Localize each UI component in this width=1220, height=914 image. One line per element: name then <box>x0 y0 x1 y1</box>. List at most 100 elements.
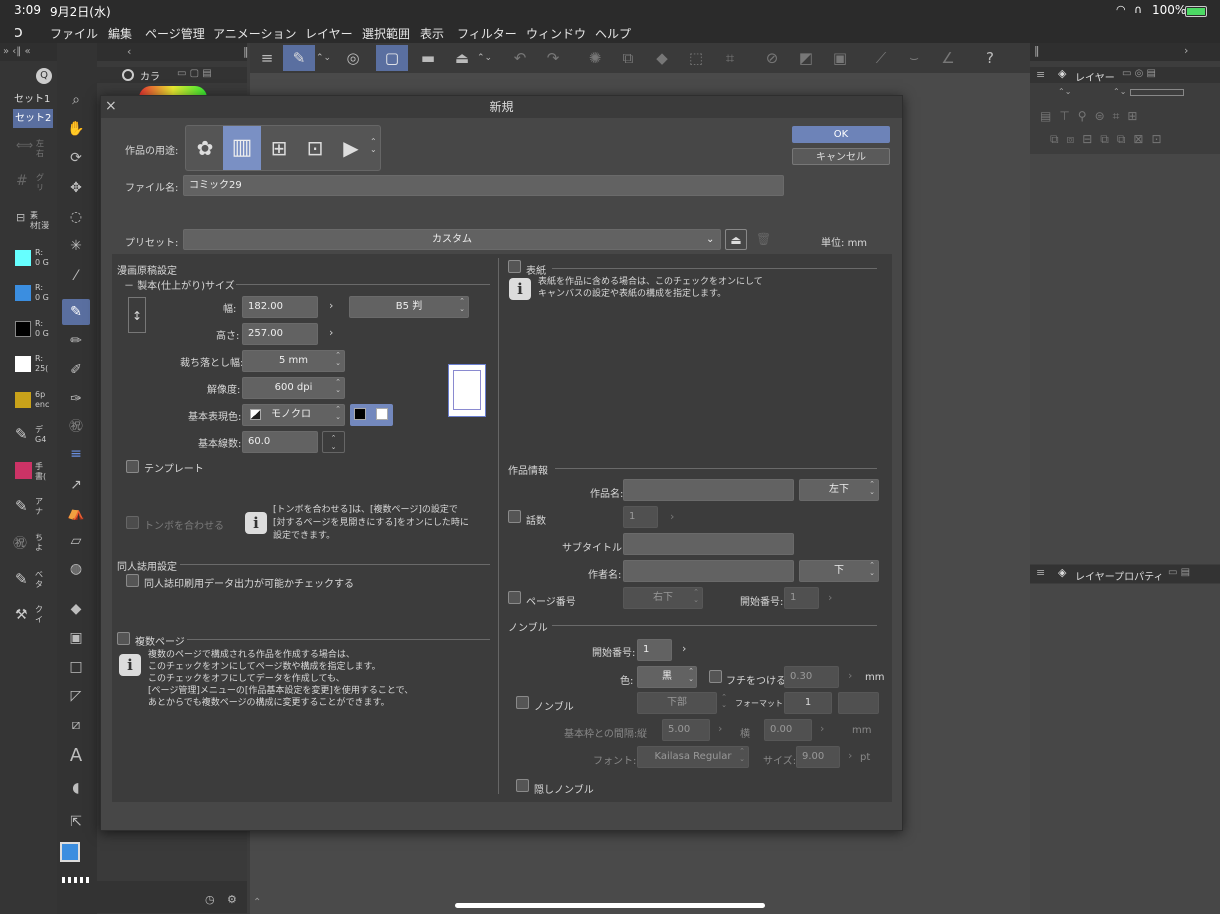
list-item[interactable]: 6p enc <box>35 390 49 410</box>
cover-checkbox[interactable] <box>508 260 521 273</box>
gradient-icon[interactable]: ▣ <box>65 628 87 648</box>
close-icon[interactable]: × <box>105 98 117 114</box>
lines-input[interactable]: 60.0 <box>242 431 318 453</box>
curve-icon[interactable]: ⌣ <box>901 45 927 71</box>
doujin-checkbox[interactable] <box>126 574 139 587</box>
trash-icon[interactable]: 🗑 <box>756 232 771 246</box>
chevron-right-icon[interactable]: › <box>329 299 333 312</box>
list-item[interactable]: 左右 <box>36 139 44 159</box>
list-item[interactable]: べタ <box>35 570 43 590</box>
list-item[interactable]: 素材[漫 <box>30 211 49 231</box>
nombre-position-select[interactable]: 下部 <box>637 692 717 714</box>
selection-icon[interactable]: ⬚ <box>683 45 709 71</box>
edit-mode-icon[interactable]: ✎ <box>283 45 315 71</box>
animation-icon[interactable]: ▶ <box>335 130 367 166</box>
pattern-swatch[interactable] <box>15 392 31 408</box>
color-swatch[interactable] <box>15 285 31 301</box>
bleed-select[interactable]: 5 mm <box>242 350 345 372</box>
menu-layer[interactable]: レイヤー <box>305 25 353 42</box>
transparent-color-swatch[interactable] <box>62 877 92 883</box>
pen-tool-icon[interactable]: ✎ <box>62 299 90 325</box>
resize-handle-icon[interactable]: ‖ <box>243 45 249 58</box>
menu-edit[interactable]: 編集 <box>108 25 132 42</box>
outline-checkbox[interactable] <box>709 670 722 683</box>
episode-checkbox[interactable] <box>508 510 521 523</box>
chevron-right-icon[interactable]: › <box>848 749 852 762</box>
chevron-right-icon[interactable]: › <box>828 591 832 604</box>
list-item[interactable]: グリ <box>36 173 44 193</box>
airbrush-icon[interactable]: ✑ <box>65 389 87 409</box>
list-item[interactable]: R: 0 G <box>35 283 49 303</box>
color-swatch[interactable] <box>15 321 31 337</box>
color-swatch[interactable] <box>15 356 31 372</box>
move-icon[interactable]: ✥ <box>65 178 87 198</box>
layer-property-tab[interactable]: レイヤープロパティ <box>1075 568 1164 583</box>
menu-icon[interactable]: ≡ <box>1036 68 1045 81</box>
save-preset-icon[interactable]: ⏏ <box>725 229 747 250</box>
list-item[interactable]: デ G4 <box>35 425 46 445</box>
menu-help[interactable]: ヘルプ <box>595 25 631 42</box>
zoom-icon[interactable]: ⌕ <box>65 90 87 110</box>
vertical-gap-input[interactable]: 5.00 <box>662 719 710 741</box>
color-tab[interactable]: カラ <box>140 68 160 83</box>
tone-icon[interactable]: ◩ <box>793 45 819 71</box>
white-swatch[interactable] <box>376 408 388 420</box>
nombre-checkbox[interactable] <box>516 696 529 709</box>
menu-file[interactable]: ファイル <box>50 25 98 42</box>
spinner-icon[interactable]: ⌃ ⌄ <box>865 480 879 500</box>
hidden-nombre-checkbox[interactable] <box>516 779 529 792</box>
drops-icon[interactable]: ◍ <box>65 559 87 579</box>
lasso-icon[interactable]: ◌ <box>65 207 87 227</box>
bucket-icon[interactable]: ◆ <box>65 599 87 619</box>
expand-up-icon[interactable]: ⌃ <box>253 897 261 908</box>
ok-button[interactable]: OK <box>792 126 890 143</box>
redo-icon[interactable]: ↷ <box>540 45 566 71</box>
collapse-icon[interactable]: ‖ <box>1034 44 1040 57</box>
paper-size-select[interactable]: B5 判 <box>349 296 469 318</box>
expand-icon[interactable]: › <box>1184 44 1188 57</box>
color-swatch[interactable] <box>15 250 31 266</box>
share-icon[interactable]: ◎ <box>340 45 366 71</box>
chevron-right-icon[interactable]: › <box>682 642 686 655</box>
orientation-toggle-icon[interactable]: ↕ <box>128 297 146 333</box>
format-spinner[interactable] <box>838 692 879 714</box>
line-icon[interactable]: ∠ <box>935 45 961 71</box>
chevron-right-icon[interactable]: › <box>820 722 824 735</box>
tombo-checkbox[interactable] <box>126 516 139 529</box>
spinner-icon[interactable]: ⌃ ⌄ <box>684 667 698 687</box>
horizontal-gap-input[interactable]: 0.00 <box>764 719 812 741</box>
spinner-icon[interactable]: ⌃ ⌄ <box>689 588 703 608</box>
save-chevron-icon[interactable]: ⌃⌄ <box>477 45 492 71</box>
spinner-icon[interactable]: ⌃ ⌄ <box>717 693 731 713</box>
bleed-spinner-icon[interactable]: ⌃ ⌄ <box>331 351 345 371</box>
nombre-start-input[interactable]: 1 <box>637 639 672 661</box>
fill-icon[interactable]: ◆ <box>649 45 675 71</box>
pencil-icon[interactable]: ✏ <box>65 331 87 351</box>
width-input[interactable]: 182.00 <box>242 296 318 318</box>
new-file-icon[interactable]: ▢ <box>376 45 408 71</box>
preset-select[interactable]: カスタム ⌄ <box>183 229 721 250</box>
paper-size-spinner-icon[interactable]: ⌃ ⌄ <box>455 297 469 317</box>
search-icon[interactable]: Q <box>36 68 52 84</box>
menu-selection[interactable]: 選択範囲 <box>362 25 410 42</box>
illustration-icon[interactable]: ✿ <box>189 130 221 166</box>
resolution-spinner-icon[interactable]: ⌃ ⌄ <box>331 378 345 398</box>
transform-icon[interactable]: ⧉ <box>615 45 641 71</box>
list-item[interactable]: R: 0 G <box>35 248 49 268</box>
layer-list[interactable] <box>1030 154 1220 564</box>
object-select-icon[interactable]: ⇱ <box>65 812 87 832</box>
crop-icon[interactable]: ⌗ <box>717 45 743 71</box>
text-icon[interactable]: A <box>65 746 87 766</box>
book-icon[interactable]: ⊞ <box>263 130 295 166</box>
ruler-icon[interactable]: ⟋ <box>868 45 894 71</box>
cancel-button[interactable]: キャンセル <box>792 148 890 165</box>
opacity-chevron-icon[interactable]: ⌃⌄ <box>1113 87 1126 96</box>
chevron-right-icon[interactable]: › <box>329 326 333 339</box>
layer-tabs-icons[interactable]: ▭ ◎ ▤ <box>1122 68 1156 79</box>
usage-chevron-icon[interactable]: ⌃ ⌄ <box>370 138 377 154</box>
fill-icon[interactable]: ⛺ <box>65 503 87 523</box>
menu-page[interactable]: ページ管理 <box>145 25 205 42</box>
blend-mode-chevron-icon[interactable]: ⌃⌄ <box>1058 87 1071 96</box>
decoration-icon[interactable]: ㊗ <box>65 417 87 437</box>
filename-input[interactable]: コミック29 <box>183 175 784 196</box>
